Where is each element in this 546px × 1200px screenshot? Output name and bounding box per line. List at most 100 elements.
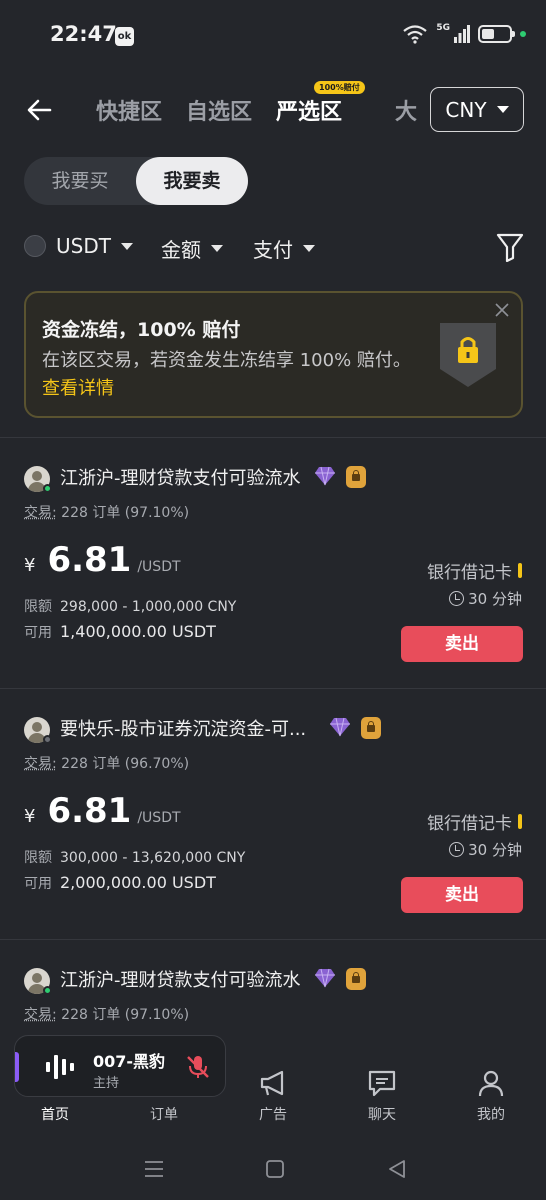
payment-filter[interactable]: 支付 (253, 234, 315, 263)
zone-tabs: 快捷区 自选区 严选区 100%赔付 (96, 81, 365, 126)
trades-value: 228 订单 (96.70%) (61, 756, 190, 772)
sell-toggle-button[interactable]: 我要卖 (136, 157, 248, 205)
amount-filter[interactable]: 金额 (161, 234, 223, 263)
price-unit: /USDT (137, 810, 181, 826)
nav-chat[interactable]: 聊天 (337, 1068, 427, 1124)
caret-down-icon (303, 245, 315, 252)
funnel-filter-icon[interactable] (496, 232, 524, 262)
payment-color-bar (518, 814, 522, 829)
banner-details-link[interactable]: 查看详情 (42, 378, 114, 399)
currency-selector[interactable]: CNY (430, 87, 524, 132)
shield-lock-icon (440, 323, 496, 387)
nav-label: 聊天 (368, 1107, 396, 1123)
coin-filter[interactable]: USDT (24, 234, 133, 258)
payment-method: 银行借记卡 (427, 558, 522, 583)
system-navigation-bar (0, 1148, 546, 1200)
coin-filter-label: USDT (56, 234, 111, 258)
limit-range: 限额 300,000 - 13,620,000 CNY (24, 847, 245, 867)
available-value: 1,400,000.00 USDT (60, 622, 216, 641)
available-value: 2,000,000.00 USDT (60, 873, 216, 892)
online-status-dot (43, 986, 52, 995)
merchant-badges (314, 968, 366, 990)
back-arrow-icon[interactable] (24, 94, 56, 126)
caret-down-icon (496, 106, 509, 113)
nav-profile[interactable]: 我的 (446, 1068, 536, 1124)
diamond-badge-icon (330, 717, 350, 737)
tab-strict-select-label: 严选区 (276, 100, 343, 125)
nav-label: 我的 (477, 1107, 505, 1123)
offline-status-dot (43, 735, 52, 744)
merchant-listing[interactable]: 江浙沪-理财贷款支付可验流水 交易: 228 订单 (97.10%) (0, 940, 546, 1030)
amount-filter-label: 金额 (161, 238, 201, 262)
tab-quick-zone[interactable]: 快捷区 (96, 94, 162, 126)
signal-icon (454, 25, 470, 43)
filter-bar: USDT 金额 支付 (24, 230, 524, 266)
merchant-badges (329, 717, 381, 739)
price: ¥ 6.81 /USDT (24, 791, 181, 831)
sell-button[interactable]: 卖出 (401, 626, 523, 662)
merchant-name[interactable]: 江浙沪-理财贷款支付可验流水 (60, 464, 301, 490)
trades-label: 交易: (24, 1007, 57, 1023)
live-accent-bar (15, 1052, 19, 1082)
time-limit-value: 30 分钟 (468, 590, 522, 608)
currency-symbol: ¥ (24, 555, 36, 576)
lock-badge-icon (346, 466, 366, 488)
payment-filter-label: 支付 (253, 238, 293, 262)
merchant-name[interactable]: 江浙沪-理财贷款支付可验流水 (60, 966, 301, 992)
trades-value: 228 订单 (97.10%) (61, 505, 190, 521)
price-value: 6.81 (47, 540, 132, 580)
available-amount: 可用 1,400,000.00 USDT (24, 622, 216, 642)
chat-icon (368, 1070, 396, 1097)
nav-label: 广告 (259, 1107, 287, 1123)
payment-method-label: 银行借记卡 (427, 563, 512, 583)
available-amount: 可用 2,000,000.00 USDT (24, 873, 216, 893)
mic-muted-icon[interactable] (185, 1054, 211, 1080)
buy-toggle-button[interactable]: 我要买 (24, 157, 136, 205)
time-limit-value: 30 分钟 (468, 841, 522, 859)
tab-self-select-zone[interactable]: 自选区 (186, 94, 252, 126)
close-icon[interactable] (495, 303, 509, 317)
nav-label: 订单 (150, 1107, 178, 1123)
lock-badge-icon (361, 717, 381, 739)
banner-description-text: 在该区交易，若资金发生冻结享 100% 赔付。 (42, 350, 411, 371)
tab-overflow-partial[interactable]: 大 (395, 94, 417, 126)
compensation-badge: 100%赔付 (314, 81, 365, 94)
payment-color-bar (518, 563, 522, 578)
usdt-coin-icon (24, 235, 46, 257)
banner-title: 资金冻结，100% 赔付 (42, 319, 241, 341)
limit-label: 限额 (24, 850, 52, 866)
price-unit: /USDT (137, 559, 181, 575)
price: ¥ 6.81 /USDT (24, 540, 181, 580)
status-bar: 22:47 ok 5G (0, 0, 546, 72)
nav-ads[interactable]: 广告 (228, 1068, 318, 1124)
battery-icon (478, 25, 515, 43)
diamond-badge-icon (315, 968, 335, 988)
merchant-listing[interactable]: 江浙沪-理财贷款支付可验流水 交易: 228 订单 (97.10%) ¥ 6.8… (0, 438, 546, 688)
merchant-name[interactable]: 要快乐-股市证券沉淀资金-可... (60, 715, 306, 741)
trades-label: 交易: (24, 756, 57, 772)
app-notification-icon: ok (115, 27, 134, 46)
sell-button[interactable]: 卖出 (401, 877, 523, 913)
status-indicators: 5G (402, 23, 526, 44)
status-time: 22:47 (50, 22, 117, 46)
home-square-icon[interactable] (264, 1158, 286, 1180)
tab-strict-select-zone[interactable]: 严选区 100%赔付 (276, 81, 365, 126)
buy-sell-toggle: 我要买 我要卖 (24, 157, 248, 205)
live-audio-player[interactable]: 007-黑豹 主持 (14, 1035, 226, 1097)
merchant-listing[interactable]: 要快乐-股市证券沉淀资金-可... 交易: 228 订单 (96.70%) ¥ … (0, 689, 546, 939)
available-label: 可用 (24, 876, 52, 892)
limit-range: 限额 298,000 - 1,000,000 CNY (24, 596, 236, 616)
audio-waveform-icon (46, 1055, 74, 1079)
compensation-banner: 资金冻结，100% 赔付 在该区交易，若资金发生冻结享 100% 赔付。查看详情 (24, 291, 523, 418)
available-label: 可用 (24, 625, 52, 641)
merchant-badges (314, 466, 366, 488)
banner-description: 在该区交易，若资金发生冻结享 100% 赔付。查看详情 (42, 347, 417, 403)
diamond-badge-icon (315, 466, 335, 486)
megaphone-icon (260, 1070, 284, 1096)
trade-stats: 交易: 228 订单 (97.10%) (24, 502, 189, 522)
back-triangle-icon[interactable] (386, 1158, 408, 1180)
menu-icon[interactable] (143, 1158, 165, 1180)
currency-symbol: ¥ (24, 806, 36, 827)
trades-value: 228 订单 (97.10%) (61, 1007, 190, 1023)
caret-down-icon (120, 242, 133, 250)
